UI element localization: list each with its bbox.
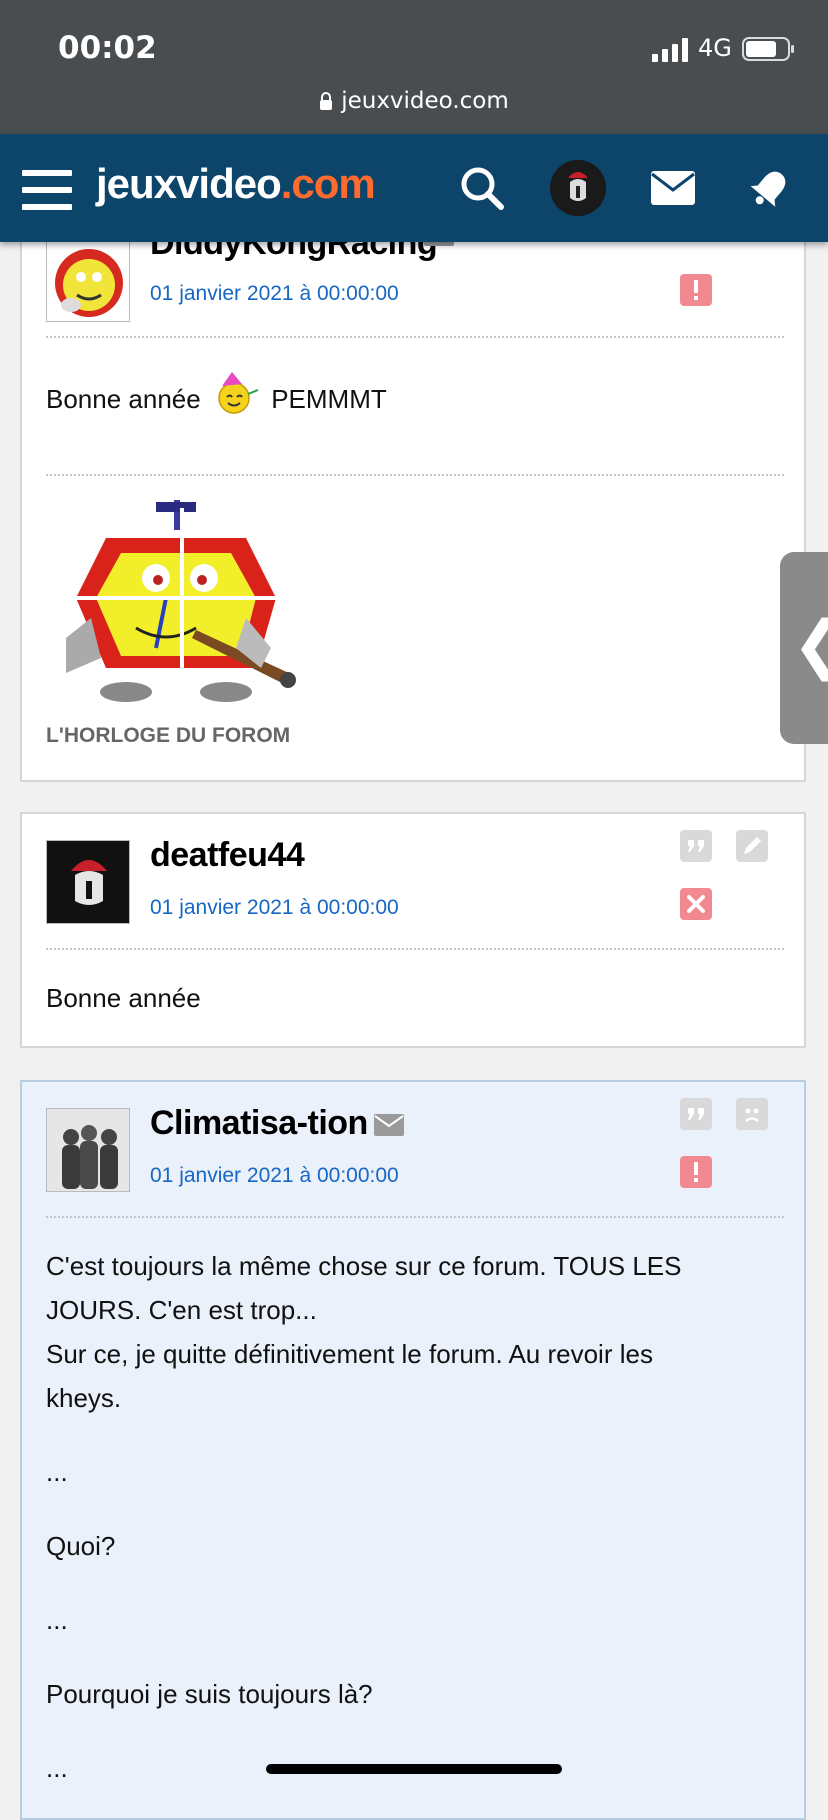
quote-button[interactable] <box>680 1098 712 1130</box>
post-message: Bonne année PEMMMT <box>46 370 776 421</box>
edit-button[interactable] <box>736 830 768 862</box>
lock-icon <box>320 92 333 110</box>
message-text: Bonne année <box>46 384 201 414</box>
report-button[interactable] <box>680 274 712 306</box>
network-type: 4G <box>698 34 732 62</box>
party-smiley-icon <box>218 372 259 414</box>
menu-icon[interactable] <box>22 170 72 210</box>
separator <box>46 948 784 950</box>
message-text: PEMMMT <box>271 384 387 414</box>
alert-icon <box>694 1162 698 1182</box>
mail-icon[interactable] <box>650 170 696 206</box>
status-bar: 00:02 4G jeuxvideo.com <box>0 0 828 134</box>
author-name[interactable]: Climatisa-tion <box>150 1104 368 1143</box>
spartan-helmet-icon <box>550 160 606 216</box>
author-avatar[interactable] <box>46 840 130 924</box>
message-line: Pourquoi je suis toujours là? <box>46 1679 373 1709</box>
close-icon <box>687 895 705 913</box>
sad-face-icon <box>745 1108 759 1123</box>
author-avatar[interactable] <box>46 238 130 322</box>
forum-post: deatfeu44 01 janvier 2021 à 00:00:00 Bon… <box>20 812 806 1048</box>
alert-icon <box>694 280 698 300</box>
forum-post: Climatisa-tion 01 janvier 2021 à 00:00:0… <box>20 1080 806 1820</box>
delete-button[interactable] <box>680 888 712 920</box>
separator <box>46 336 784 338</box>
author-name[interactable]: deatfeu44 <box>150 836 305 875</box>
profile-button[interactable] <box>736 1098 768 1130</box>
home-indicator[interactable] <box>266 1764 562 1774</box>
author-avatar[interactable] <box>46 1108 130 1192</box>
message-line: Quoi? <box>46 1531 116 1561</box>
side-panel-toggle[interactable]: ❮ <box>780 552 828 744</box>
separator <box>46 474 784 476</box>
search-icon[interactable] <box>458 164 506 212</box>
message-line: JOURS. C'en est trop... <box>46 1295 317 1325</box>
spartan-helmet-icon <box>47 841 129 923</box>
clock: 00:02 <box>58 30 157 66</box>
quote-button[interactable] <box>680 830 712 862</box>
quote-icon <box>688 1108 704 1120</box>
message-line: ... <box>46 1605 68 1635</box>
battery-icon <box>742 37 794 61</box>
site-logo[interactable]: jeuxvideo.com <box>96 160 376 208</box>
post-message: C'est toujours la même chose sur ce foru… <box>46 1244 776 1790</box>
message-line: kheys. <box>46 1383 122 1413</box>
mail-icon[interactable] <box>374 1114 404 1136</box>
address-bar[interactable]: jeuxvideo.com <box>0 88 828 114</box>
horloge-signature-image <box>46 500 316 702</box>
silhouettes-avatar-icon <box>47 1109 129 1191</box>
message-line: Sur ce, je quitte définitivement le foru… <box>46 1339 653 1369</box>
notification-bell-icon[interactable] <box>748 166 792 210</box>
user-avatar[interactable] <box>550 160 606 216</box>
url-text: jeuxvideo.com <box>341 88 509 114</box>
separator <box>46 1216 784 1218</box>
logo-main: jeuxvideo <box>96 160 282 207</box>
post-date[interactable]: 01 janvier 2021 à 00:00:00 <box>150 1164 399 1188</box>
logo-suffix: .com <box>280 160 376 207</box>
message-line: ... <box>46 1457 68 1487</box>
chevron-left-icon: ❮ <box>792 608 828 682</box>
quote-icon <box>688 840 704 852</box>
signal-icon <box>652 38 688 62</box>
post-date[interactable]: 01 janvier 2021 à 00:00:00 <box>150 896 399 920</box>
site-header: jeuxvideo.com <box>0 134 828 242</box>
post-date[interactable]: 01 janvier 2021 à 00:00:00 <box>150 282 399 306</box>
message-line: C'est toujours la même chose sur ce foru… <box>46 1251 682 1281</box>
post-message: Bonne année <box>46 983 201 1013</box>
forum-post: DiddyKongRacing 01 janvier 2021 à 00:00:… <box>20 200 806 782</box>
pencil-icon <box>744 837 761 854</box>
signature-label: L'HORLOGE DU FOROM <box>46 724 291 747</box>
clock-smiley-icon <box>55 249 123 317</box>
report-button[interactable] <box>680 1156 712 1188</box>
